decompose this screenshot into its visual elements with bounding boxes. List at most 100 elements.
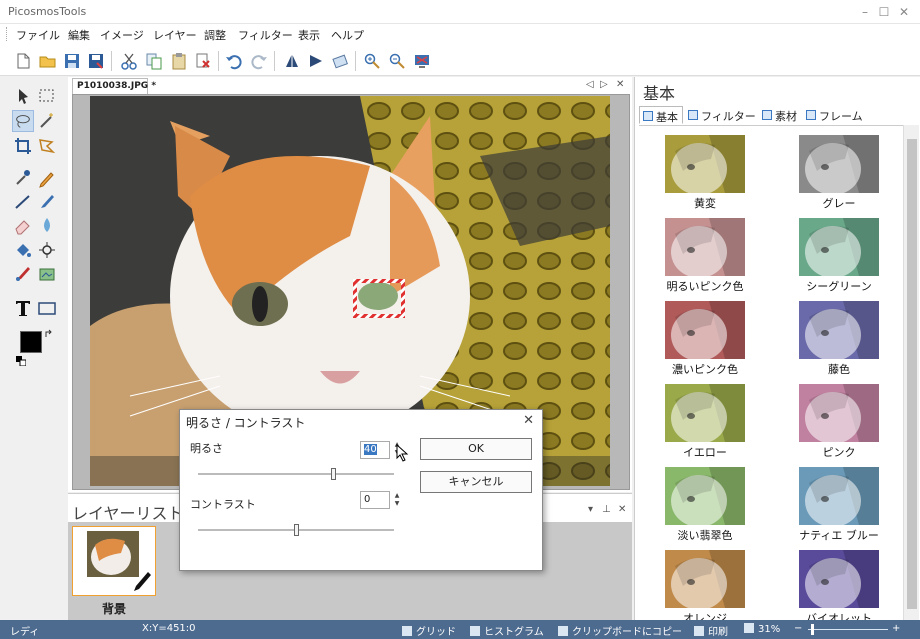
text-tool-icon[interactable] [12, 297, 34, 319]
doc-prev-button[interactable]: ◁ [586, 79, 594, 90]
clipboard-copy-button[interactable]: クリップボードにコピー [558, 623, 682, 638]
fill-tool-icon[interactable] [12, 239, 34, 261]
filter-preset[interactable]: シーグリーン [779, 211, 889, 293]
menu-help[interactable]: ヘルプ [331, 27, 364, 43]
undo-icon[interactable] [225, 52, 243, 70]
tab-filter[interactable]: フィルター [685, 106, 760, 124]
brightness-slider-knob[interactable] [331, 468, 336, 480]
histogram-toggle[interactable]: ヒストグラム [470, 623, 544, 638]
scrollbar-thumb[interactable] [907, 139, 917, 609]
toolbar-separator [111, 51, 112, 71]
flip-vertical-icon[interactable] [283, 52, 301, 70]
close-button[interactable]: ✕ [893, 3, 915, 21]
menu-adjust[interactable]: 調整 [204, 27, 226, 43]
zoom-slider-knob[interactable] [811, 624, 814, 635]
fit-screen-icon[interactable] [413, 52, 431, 70]
filter-preview-image [799, 218, 879, 276]
document-tab[interactable]: P1010038.JPG * [72, 78, 156, 94]
lasso-tool-icon[interactable] [12, 110, 34, 132]
blur-tool-icon[interactable] [36, 215, 58, 237]
menu-file[interactable]: ファイル [16, 27, 60, 43]
pointer-tool-icon[interactable] [12, 85, 34, 107]
filter-preset[interactable]: グレー [779, 128, 889, 210]
spot-tool-icon[interactable] [36, 239, 58, 261]
zoom-in-button[interactable]: + [892, 623, 900, 634]
contrast-slider-knob[interactable] [294, 524, 299, 536]
paste-icon[interactable] [170, 52, 188, 70]
menu-image[interactable]: イメージ [100, 27, 144, 43]
eyedropper-tool-icon[interactable] [12, 167, 34, 189]
polygon-tool-icon[interactable] [36, 135, 58, 157]
foreground-color-swatch[interactable] [20, 331, 42, 353]
layer-pin-button[interactable]: ⊥ [602, 504, 611, 515]
eraser-tool-icon[interactable] [12, 215, 34, 237]
menu-filter[interactable]: フィルター [238, 27, 293, 43]
right-panel-scrollbar[interactable] [903, 125, 919, 620]
toolbar-separator [274, 51, 275, 71]
filter-preset[interactable]: バイオレット [779, 543, 889, 620]
contrast-spinner[interactable]: ▲ ▼ [392, 492, 402, 510]
delete-icon[interactable] [194, 52, 212, 70]
contrast-input[interactable]: 0 [360, 491, 390, 509]
filter-preset[interactable]: 明るいピンク色 [645, 211, 755, 293]
rotate-icon[interactable] [331, 52, 349, 70]
rect-select-tool-icon[interactable] [36, 85, 58, 107]
filter-preset[interactable]: 淡い翡翠色 [645, 460, 755, 542]
filter-preset[interactable]: 濃いピンク色 [645, 294, 755, 376]
flip-horizontal-icon[interactable] [307, 52, 325, 70]
doc-next-button[interactable]: ▷ [600, 79, 608, 90]
shape-tool-icon[interactable] [36, 297, 58, 319]
filter-label: 濃いピンク色 [672, 363, 738, 376]
layer-name[interactable]: 背景 [72, 600, 156, 617]
contrast-label: コントラスト [190, 498, 256, 511]
filter-preset[interactable]: ピンク [779, 377, 889, 459]
tab-basic[interactable]: 基本 [639, 106, 683, 124]
doc-close-button[interactable]: ✕ [616, 79, 624, 90]
menu-view[interactable]: 表示 [298, 27, 320, 43]
reset-colors-icon[interactable] [16, 356, 26, 366]
redo-icon[interactable] [250, 52, 268, 70]
filter-preset[interactable]: 黄変 [645, 128, 755, 210]
open-folder-icon[interactable] [39, 52, 57, 70]
zoom-slider-track[interactable] [808, 629, 888, 630]
print-button[interactable]: 印刷 [694, 623, 728, 638]
brightness-input[interactable]: 40 [360, 441, 390, 459]
brush-tool-icon[interactable] [36, 191, 58, 213]
new-file-icon[interactable] [14, 52, 32, 70]
crop-tool-icon[interactable] [12, 135, 34, 157]
grid-toggle[interactable]: グリッド [402, 623, 456, 638]
brightness-slider-track[interactable] [198, 473, 394, 475]
maximize-button[interactable]: ☐ [873, 3, 895, 21]
save-icon[interactable] [63, 52, 81, 70]
menu-edit[interactable]: 編集 [68, 27, 90, 43]
line-tool-icon[interactable] [12, 191, 34, 213]
zoom-in-icon[interactable] [363, 52, 381, 70]
title-bar: PicosmosTools – ☐ ✕ [0, 0, 920, 24]
filter-preview-image [665, 550, 745, 608]
color-brush-tool-icon[interactable] [12, 263, 34, 285]
filter-preset[interactable]: イエロー [645, 377, 755, 459]
zoom-out-icon[interactable] [388, 52, 406, 70]
layer-close-button[interactable]: ✕ [618, 504, 626, 515]
filter-preset[interactable]: 藤色 [779, 294, 889, 376]
cut-icon[interactable] [120, 52, 138, 70]
layer-thumbnail[interactable] [72, 526, 156, 596]
tab-material[interactable]: 素材 [759, 106, 801, 124]
tab-frame[interactable]: フレーム [803, 106, 867, 124]
filter-preset[interactable]: オレンジ [645, 543, 755, 620]
pencil-tool-icon[interactable] [36, 167, 58, 189]
stamp-tool-icon[interactable] [36, 263, 58, 285]
menu-layer[interactable]: レイヤー [153, 27, 197, 43]
magic-wand-tool-icon[interactable] [36, 110, 58, 132]
dialog-close-button[interactable]: ✕ [523, 413, 534, 428]
filter-grid: 黄変 グレー 明るいピンク色 シーグリーン濃いピンク色 藤色 イエロー ピンク 淡い翡翠色 ナテ… [639, 125, 903, 620]
ok-button[interactable]: OK [420, 438, 532, 460]
swap-colors-icon[interactable] [44, 329, 54, 339]
copy-icon[interactable] [145, 52, 163, 70]
layer-dropdown-button[interactable]: ▾ [588, 504, 593, 515]
cancel-button[interactable]: キャンセル [420, 471, 532, 493]
filter-preset[interactable]: ナティエ ブルー [779, 460, 889, 542]
save-as-icon[interactable] [87, 52, 105, 70]
zoom-out-button[interactable]: − [794, 623, 802, 634]
filter-preview-image [799, 301, 879, 359]
